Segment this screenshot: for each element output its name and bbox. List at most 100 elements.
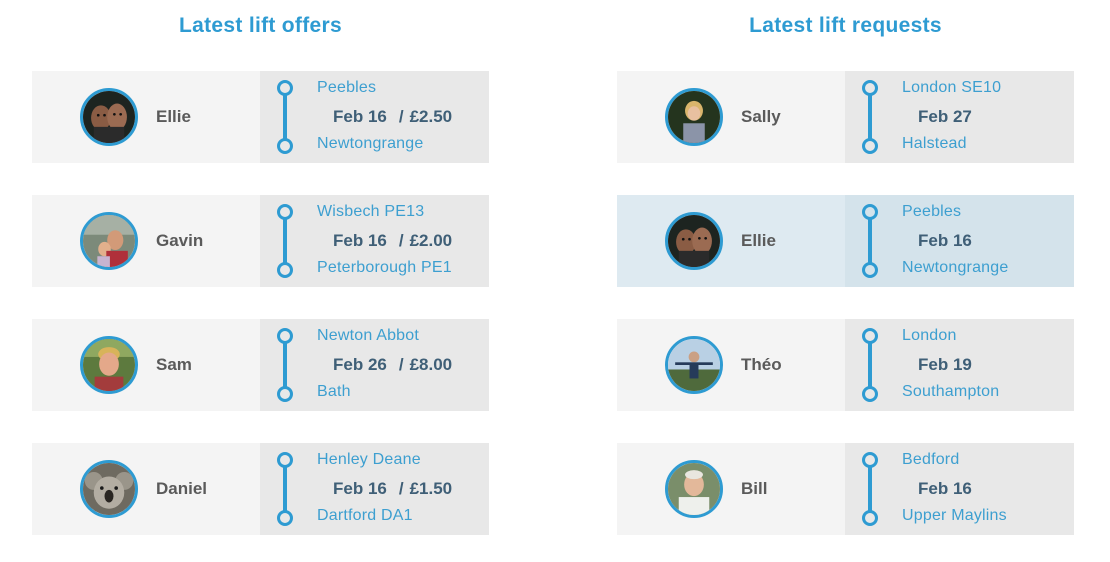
route-date: Feb 19 [918,355,972,374]
lift-offers-section: Latest lift offers Ellie Peebles Feb 16 … [32,0,489,535]
offer-person: Ellie [32,71,260,163]
offer-person: Daniel [32,443,260,535]
price-separator: / [398,107,404,126]
route-timeline [276,204,294,278]
request-card[interactable]: Théo London Feb 19 Southampton [617,319,1074,411]
route-timeline [861,328,879,402]
route-line [868,94,872,140]
avatar-image [668,215,720,267]
request-card[interactable]: Sally London SE10 Feb 27 Halstead [617,71,1074,163]
offer-card[interactable]: Ellie Peebles Feb 16 / £2.50 Newtongrange [32,71,489,163]
route-price: £1.50 [409,479,453,498]
avatar [80,212,138,270]
route-end-dot-icon [277,262,293,278]
avatar-image [668,463,720,515]
route-origin: Newton Abbot [317,327,420,344]
offer-route: Newton Abbot Feb 26 / £8.00 Bath [260,319,489,411]
route-price: £2.00 [409,231,453,250]
driver-name: Daniel [156,479,208,498]
request-card[interactable]: Ellie Peebles Feb 16 Newtongrange [617,195,1074,287]
route-end-dot-icon [277,510,293,526]
route-timeline [276,328,294,402]
price-separator: / [398,231,404,250]
route-origin: Peebles [317,79,377,96]
route-date-price: Feb 16 / £2.50 [333,107,452,127]
offer-route: Wisbech PE13 Feb 16 / £2.00 Peterborough P… [260,195,489,287]
offer-card[interactable]: Gavin Wisbech PE13 Feb 16 / £2.00 Peterbor… [32,195,489,287]
route-date: Feb 16 [333,107,387,126]
offer-person: Sam [32,319,260,411]
request-person: Ellie [617,195,845,287]
route-destination: Dartford DA1 [317,507,413,524]
route-line [283,342,287,388]
route-line [283,466,287,512]
request-route: London SE10 Feb 27 Halstead [845,71,1074,163]
route-end-dot-icon [862,138,878,154]
route-date-price: Feb 16 / £2.00 [333,231,452,251]
route-price: £2.50 [409,107,453,126]
request-route: Bedford Feb 16 Upper Maylins [845,443,1074,535]
avatar [665,336,723,394]
route-end-dot-icon [862,510,878,526]
route-line [868,466,872,512]
avatar-image [83,339,135,391]
avatar-image [668,339,720,391]
driver-name: Ellie [156,107,191,126]
route-date-price: Feb 16 / £1.50 [333,479,452,499]
route-destination: Bath [317,383,351,400]
request-route: Peebles Feb 16 Newtongrange [845,195,1074,287]
offer-person: Gavin [32,195,260,287]
passenger-name: Ellie [741,231,776,250]
offer-route: Peebles Feb 16 / £2.50 Newtongrange [260,71,489,163]
avatar [80,88,138,146]
request-card[interactable]: Bill Bedford Feb 16 Upper Maylins [617,443,1074,535]
route-timeline [861,80,879,154]
route-timeline [276,452,294,526]
avatar [80,460,138,518]
route-origin: Bedford [902,451,960,468]
request-person: Bill [617,443,845,535]
route-line [283,218,287,264]
lift-requests-section: Latest lift requests Sally London SE10 F… [617,0,1074,535]
avatar [665,212,723,270]
route-end-dot-icon [862,262,878,278]
route-timeline [276,80,294,154]
route-destination: Southampton [902,383,1000,400]
offer-card[interactable]: Daniel Henley Deane Feb 16 / £1.50 Dartfor… [32,443,489,535]
route-origin: Wisbech PE13 [317,203,425,220]
request-person: Théo [617,319,845,411]
route-end-dot-icon [277,386,293,402]
route-end-dot-icon [862,386,878,402]
route-destination: Newtongrange [902,259,1009,276]
route-timeline [861,452,879,526]
passenger-name: Bill [741,479,768,498]
route-destination: Upper Maylins [902,507,1007,524]
route-date: Feb 16 [333,479,387,498]
route-line [868,218,872,264]
route-destination: Halstead [902,135,967,152]
price-separator: / [398,355,404,374]
avatar-image [83,463,135,515]
route-date-price: Feb 26 / £8.00 [333,355,452,375]
route-timeline [861,204,879,278]
lift-requests-heading: Latest lift requests [749,14,942,37]
request-route: London Feb 19 Southampton [845,319,1074,411]
route-origin: Peebles [902,203,962,220]
driver-name: Sam [156,355,192,374]
offer-route: Henley Deane Feb 16 / £1.50 Dartford DA1 [260,443,489,535]
route-date: Feb 16 [918,231,972,250]
route-origin: Henley Deane [317,451,421,468]
route-line [283,94,287,140]
avatar-image [668,91,720,143]
route-destination: Newtongrange [317,135,424,152]
route-date: Feb 27 [918,107,972,126]
route-end-dot-icon [277,138,293,154]
offer-card[interactable]: Sam Newton Abbot Feb 26 / £8.00 Bath [32,319,489,411]
route-line [868,342,872,388]
passenger-name: Théo [741,355,782,374]
request-person: Sally [617,71,845,163]
route-origin: London [902,327,957,344]
lift-offers-heading: Latest lift offers [179,14,342,37]
avatar [665,88,723,146]
route-date: Feb 16 [333,231,387,250]
